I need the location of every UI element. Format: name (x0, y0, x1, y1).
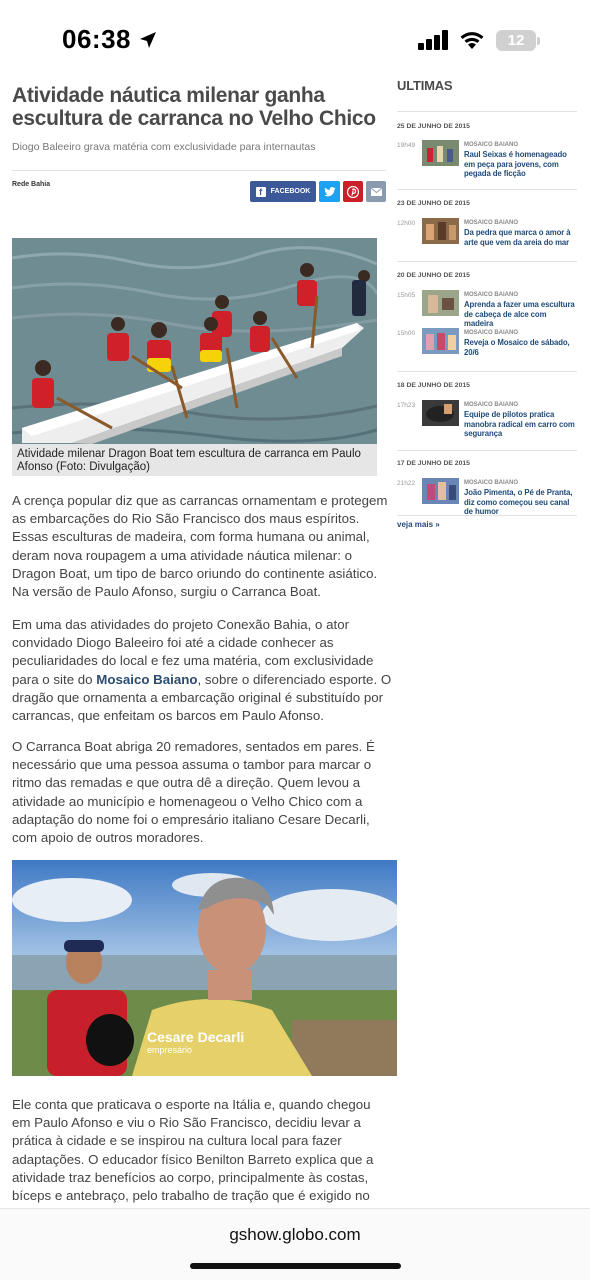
url-text[interactable]: gshow.globo.com (0, 1225, 590, 1245)
divider (397, 515, 577, 516)
envelope-icon (370, 187, 382, 196)
news-time: 15h05 (397, 292, 416, 299)
news-time: 17h23 (397, 402, 416, 409)
email-share-button[interactable] (366, 181, 386, 202)
facebook-share-label: FACEBOOK (270, 188, 311, 195)
date-header: 23 DE JUNHO DE 2015 (397, 200, 470, 207)
news-thumbnail (422, 478, 459, 504)
status-bar: 06:38 12 (0, 0, 590, 70)
twitter-bird-icon (323, 186, 335, 196)
date-header: 25 DE JUNHO DE 2015 (397, 123, 470, 130)
pinterest-icon (347, 185, 359, 198)
news-category: MOSAICO BAIANO (464, 480, 518, 486)
battery-icon: 12 (496, 30, 536, 51)
wifi-icon (460, 32, 484, 49)
article-source: Rede Bahia (12, 181, 51, 188)
news-time: 12h00 (397, 220, 416, 227)
news-thumbnail (422, 400, 459, 426)
news-time: 15h00 (397, 330, 416, 337)
photo-caption: Atividade milenar Dragon Boat tem escult… (12, 444, 377, 476)
news-time: 21h22 (397, 480, 416, 487)
article-paragraph: A crença popular diz que as carrancas or… (12, 493, 388, 600)
video-lower-third-name: Cesare Decarli (147, 1029, 244, 1045)
date-header: 17 DE JUNHO DE 2015 (397, 460, 470, 467)
news-headline[interactable]: Reveja o Mosaico de sábado, 20/6 (464, 338, 577, 357)
divider (397, 261, 577, 262)
battery-tip (537, 37, 540, 45)
news-headline[interactable]: João Pimenta, o Pé de Pranta, diz como c… (464, 488, 577, 517)
news-category: MOSAICO BAIANO (464, 220, 518, 226)
divider (397, 450, 577, 451)
article: Atividade náutica milenar ganha escultur… (12, 84, 397, 1221)
divider (12, 170, 386, 171)
twitter-share-button[interactable] (319, 181, 340, 202)
divider (397, 371, 577, 372)
date-header: 18 DE JUNHO DE 2015 (397, 382, 470, 389)
latest-news-sidebar: ULTIMAS 25 DE JUNHO DE 2015 19h49 MOSAIC… (397, 78, 577, 529)
pinterest-share-button[interactable] (343, 181, 363, 202)
article-subtitle: Diogo Baleeiro grava matéria com exclusi… (12, 141, 316, 153)
location-arrow-icon (140, 32, 156, 48)
article-paragraph: O Carranca Boat abriga 20 remadores, sen… (12, 739, 375, 846)
news-headline[interactable]: Raul Seixas é homenageado em peça para j… (464, 150, 577, 179)
cellular-signal-icon (418, 30, 448, 50)
news-thumbnail (422, 140, 459, 166)
date-header: 20 DE JUNHO DE 2015 (397, 272, 470, 279)
divider (397, 111, 577, 112)
facebook-share-button[interactable]: f FACEBOOK (250, 181, 316, 202)
news-category: MOSAICO BAIANO (464, 330, 518, 336)
news-category: MOSAICO BAIANO (464, 142, 518, 148)
home-indicator[interactable] (190, 1263, 401, 1269)
divider (397, 189, 577, 190)
article-paragraph: Ele conta que praticava o esporte na Itá… (12, 1097, 374, 1221)
sidebar-title: ULTIMAS (397, 78, 453, 93)
facebook-icon: f (255, 186, 266, 197)
dragon-boat-photo (12, 238, 377, 444)
status-time: 06:38 (62, 24, 131, 54)
see-more-link[interactable]: veja mais » (397, 520, 440, 529)
mosaico-baiano-link[interactable]: Mosaico Baiano (96, 672, 197, 687)
browser-address-bar[interactable]: gshow.globo.com (0, 1208, 590, 1280)
news-category: MOSAICO BAIANO (464, 292, 518, 298)
news-thumbnail (422, 328, 459, 354)
news-headline[interactable]: Equipe de pilotos pratica manobra radica… (464, 410, 577, 439)
news-time: 19h49 (397, 142, 416, 149)
news-headline[interactable]: Da pedra que marca o amor à arte que vem… (464, 228, 577, 247)
article-title: Atividade náutica milenar ganha escultur… (12, 84, 376, 130)
news-headline[interactable]: Aprenda a fazer uma escultura de cabeça … (464, 300, 577, 329)
news-thumbnail (422, 290, 459, 316)
article-paragraph: Em uma das atividades do projeto Conexão… (12, 616, 392, 725)
interview-video-still[interactable]: Cesare Decarli empresário (12, 860, 397, 1076)
news-category: MOSAICO BAIANO (464, 402, 518, 408)
news-thumbnail (422, 218, 459, 244)
video-lower-third-role: empresário (147, 1045, 192, 1055)
